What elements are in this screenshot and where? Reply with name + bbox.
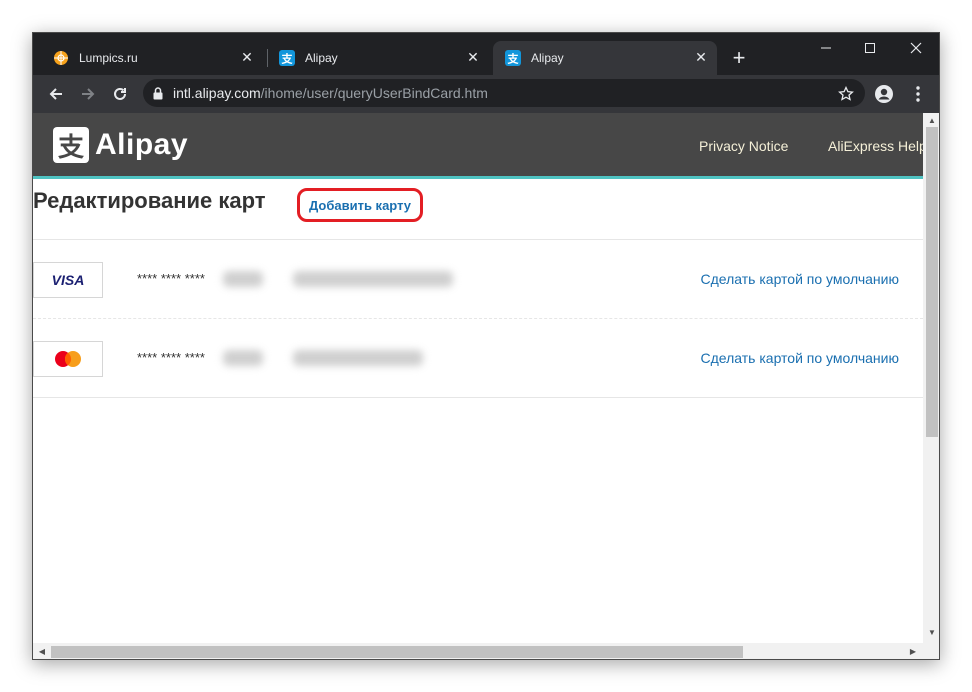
reload-icon[interactable] <box>107 81 133 107</box>
close-window-icon[interactable] <box>901 37 931 59</box>
url-path: /ihome/user/queryUserBindCard.htm <box>260 85 488 101</box>
mastercard-icon <box>33 341 103 377</box>
vertical-scrollbar[interactable]: ▲ ▼ <box>923 113 939 643</box>
orange-circle-icon <box>53 50 69 66</box>
forward-arrow-icon[interactable] <box>75 81 101 107</box>
maximize-icon[interactable] <box>855 37 885 59</box>
blurred-cardholder <box>293 350 423 366</box>
card-masked-number: **** **** **** <box>137 271 205 286</box>
lock-icon[interactable] <box>153 86 163 100</box>
aliexpress-help-link[interactable]: AliExpress Help <box>828 138 923 154</box>
set-default-card-link[interactable]: Сделать картой по умолчанию <box>701 271 900 287</box>
tab-title: Alipay <box>305 51 338 65</box>
tab-alipay-1[interactable]: 支 Alipay ✕ <box>267 41 489 75</box>
profile-avatar-icon[interactable] <box>871 81 897 107</box>
scroll-down-arrow-icon[interactable]: ▼ <box>926 627 938 639</box>
alipay-header: 支 Alipay Privacy Notice AliExpress Help <box>33 113 923 179</box>
set-default-card-link[interactable]: Сделать картой по умолчанию <box>701 350 900 366</box>
page-content: 支 Alipay Privacy Notice AliExpress Help … <box>33 113 923 643</box>
star-icon[interactable] <box>833 81 859 107</box>
page-title: Редактирование карт <box>33 188 266 213</box>
close-tab-icon[interactable]: ✕ <box>239 49 255 65</box>
title-row: Редактирование карт Добавить карту <box>33 182 923 240</box>
address-bar[interactable]: intl.alipay.com/ihome/user/queryUserBind… <box>143 79 865 107</box>
alipay-logo[interactable]: 支 Alipay <box>53 127 188 163</box>
tab-title: Lumpics.ru <box>79 51 138 65</box>
blurred-card-digits <box>223 350 263 366</box>
alipay-logo-icon: 支 <box>53 127 89 163</box>
horizontal-scroll-thumb[interactable] <box>51 646 743 658</box>
new-tab-icon[interactable]: + <box>729 47 749 69</box>
blurred-card-digits <box>223 271 263 287</box>
logo-text: Alipay <box>95 128 189 161</box>
svg-text:支: 支 <box>507 52 520 66</box>
add-card-button[interactable]: Добавить карту <box>297 188 423 222</box>
tab-lumpics[interactable]: Lumpics.ru ✕ <box>41 41 263 75</box>
vertical-scroll-thumb[interactable] <box>926 127 938 437</box>
card-row: **** **** **** Сделать картой по умолчан… <box>33 320 923 398</box>
visa-icon: VISA <box>33 262 103 298</box>
card-row: VISA **** **** **** Сделать картой по ум… <box>33 241 923 319</box>
tab-alipay-active[interactable]: 支 Alipay ✕ <box>493 41 717 75</box>
menu-dots-icon[interactable] <box>905 81 931 107</box>
close-tab-icon[interactable]: ✕ <box>465 49 481 65</box>
privacy-notice-link[interactable]: Privacy Notice <box>699 138 788 154</box>
scroll-right-arrow-icon[interactable]: ▶ <box>907 646 919 658</box>
back-arrow-icon[interactable] <box>43 81 69 107</box>
scroll-left-arrow-icon[interactable]: ◀ <box>36 646 48 658</box>
scroll-up-arrow-icon[interactable]: ▲ <box>926 115 938 127</box>
tab-title: Alipay <box>531 51 564 65</box>
alipay-icon: 支 <box>505 50 521 66</box>
horizontal-scrollbar[interactable]: ◀ ▶ <box>33 643 939 659</box>
tab-strip: Lumpics.ru ✕ 支 Alipay ✕ 支 Alipay ✕ + <box>33 33 939 75</box>
browser-window: Lumpics.ru ✕ 支 Alipay ✕ 支 Alipay ✕ + int… <box>32 32 940 660</box>
svg-text:支: 支 <box>281 52 294 66</box>
card-masked-number: **** **** **** <box>137 350 205 365</box>
visa-brand-text: VISA <box>52 272 85 288</box>
url-host: intl.alipay.com <box>173 85 261 101</box>
minimize-icon[interactable] <box>811 37 841 59</box>
browser-toolbar: intl.alipay.com/ihome/user/queryUserBind… <box>33 75 939 113</box>
close-tab-icon[interactable]: ✕ <box>693 49 709 65</box>
alipay-icon: 支 <box>279 50 295 66</box>
blurred-cardholder <box>293 271 453 287</box>
